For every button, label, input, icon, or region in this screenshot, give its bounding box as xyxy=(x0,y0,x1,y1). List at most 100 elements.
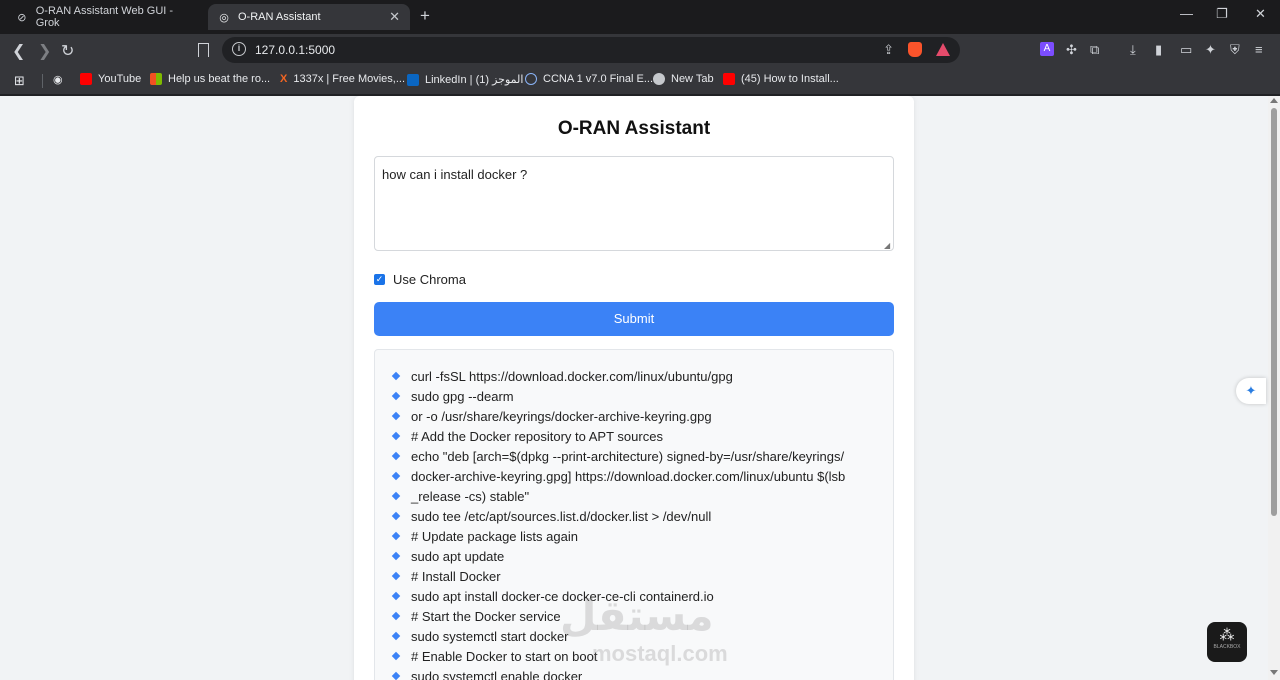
bullet-icon xyxy=(391,471,401,481)
answer-line-text: sudo gpg --dearm xyxy=(411,388,514,404)
answer-line-text: # Start the Docker service xyxy=(411,608,561,624)
bookmark-microsoft[interactable]: Help us beat the ro... xyxy=(150,73,270,85)
answer-line: echo "deb [arch=$(dpkg --print-architect… xyxy=(391,446,845,466)
query-input[interactable]: how can i install docker ? xyxy=(374,156,894,251)
bullet-icon xyxy=(391,651,401,661)
link-icon xyxy=(525,73,537,85)
forward-button[interactable]: ❯ xyxy=(38,41,51,61)
answer-line-text: sudo tee /etc/apt/sources.list.d/docker.… xyxy=(411,508,712,524)
page-title: O-RAN Assistant xyxy=(557,118,711,139)
linkedin-icon xyxy=(407,73,419,86)
globe-icon xyxy=(653,73,665,85)
bookmark-how-to-install[interactable]: (45) How to Install... xyxy=(723,73,839,85)
youtube-icon xyxy=(80,73,92,85)
bullet-icon xyxy=(391,591,401,601)
tab-strip: ⊘ O-RAN Assistant Web GUI - Grok ◎ O-RAN… xyxy=(0,0,1280,34)
scrollbar-thumb[interactable] xyxy=(1271,108,1277,516)
bullet-icon xyxy=(391,531,401,541)
bookmark-ccna[interactable]: CCNA 1 v7.0 Final E... xyxy=(525,73,653,85)
bullet-icon xyxy=(391,411,401,421)
bookmark-new-tab[interactable]: New Tab xyxy=(653,73,714,85)
bullet-icon xyxy=(391,491,401,501)
microsoft-icon xyxy=(150,73,162,85)
minimize-button[interactable]: — xyxy=(1180,6,1193,21)
answer-line-text: echo "deb [arch=$(dpkg --print-architect… xyxy=(411,448,845,464)
floating-assistant-icon[interactable]: ✦ xyxy=(1236,378,1266,404)
bookmark-label: 1337x | Free Movies,... xyxy=(293,73,406,85)
bullet-icon xyxy=(391,551,401,561)
answer-line-text: docker-archive-keyring.gpg] https://down… xyxy=(411,468,846,484)
share-icon[interactable]: ⇪ xyxy=(883,42,894,58)
use-chroma-option[interactable]: ✓ Use Chroma xyxy=(374,272,466,287)
maximize-button[interactable]: ❐ xyxy=(1216,6,1228,22)
answer-line: sudo apt update xyxy=(391,546,845,566)
answer-line: # Install Docker xyxy=(391,566,845,586)
use-chroma-label: Use Chroma xyxy=(393,272,466,287)
address-bar[interactable]: i 127.0.0.1:5000 ⇪ xyxy=(222,37,960,63)
site-info-icon[interactable]: i xyxy=(232,42,246,56)
close-tab-icon[interactable]: ✕ xyxy=(389,9,400,25)
apps-icon[interactable]: ⊞ xyxy=(14,73,25,89)
answer-line-text: # Add the Docker repository to APT sourc… xyxy=(411,428,663,444)
answer-line-text: _release -cs) stable" xyxy=(411,488,530,504)
vpn-icon[interactable]: ⛨ xyxy=(1230,42,1240,58)
new-tab-button[interactable]: + xyxy=(420,6,430,26)
bullet-icon xyxy=(391,511,401,521)
globe-bookmark-icon[interactable]: ◉ xyxy=(53,73,63,86)
scroll-down-icon[interactable] xyxy=(1270,670,1278,675)
bookmark-label: Help us beat the ro... xyxy=(168,73,271,85)
bookmark-page-icon[interactable] xyxy=(198,43,209,57)
use-chroma-checkbox[interactable]: ✓ xyxy=(374,274,385,285)
bookmarks-bar: ⊞ ◉ YouTube Help us beat the ro... X 133… xyxy=(0,66,1280,94)
menu-icon[interactable]: ≡ xyxy=(1255,42,1263,57)
watermark-domain: mostaql.com xyxy=(592,641,728,666)
globe-icon: ◎ xyxy=(219,11,229,24)
back-button[interactable]: ❮ xyxy=(12,41,25,61)
bookmarks-divider xyxy=(42,74,43,88)
bullet-icon xyxy=(391,611,401,621)
grok-icon: ⊘ xyxy=(17,11,27,24)
answer-line: sudo systemctl enable docker xyxy=(391,666,845,680)
bookmark-youtube[interactable]: YouTube xyxy=(80,73,141,85)
x-icon: X xyxy=(280,73,288,85)
bookmark-label: LinkedIn | الموجز (1) xyxy=(425,74,524,86)
brave-shields-icon[interactable] xyxy=(908,42,922,57)
answer-line: docker-archive-keyring.gpg] https://down… xyxy=(391,466,846,486)
answer-line: sudo gpg --dearm xyxy=(391,386,845,406)
wallet-icon[interactable]: ▭ xyxy=(1180,42,1192,58)
bullet-icon xyxy=(391,391,401,401)
bookmark-linkedin[interactable]: LinkedIn | الموجز (1) xyxy=(407,73,523,86)
answer-line-text: # Enable Docker to start on boot xyxy=(411,648,598,664)
sidebar-icon[interactable]: ▮ xyxy=(1155,42,1162,58)
answer-line-text: # Update package lists again xyxy=(411,528,578,544)
bookmark-1337x[interactable]: X 1337x | Free Movies,... xyxy=(280,73,405,85)
answer-line-text: sudo systemctl enable docker xyxy=(411,668,583,680)
url-text[interactable]: 127.0.0.1:5000 xyxy=(255,43,335,57)
scroll-up-icon[interactable] xyxy=(1270,98,1278,103)
blackbox-widget[interactable]: ⁂ BLACKBOX xyxy=(1207,622,1247,662)
close-window-button[interactable]: ✕ xyxy=(1255,6,1266,22)
brave-rewards-icon[interactable] xyxy=(936,43,950,56)
answer-line: sudo tee /etc/apt/sources.list.d/docker.… xyxy=(391,506,845,526)
bookmark-label: YouTube xyxy=(98,73,142,85)
browser-chrome: ⊘ O-RAN Assistant Web GUI - Grok ◎ O-RAN… xyxy=(0,0,1280,96)
extensions-icon[interactable]: ✣ xyxy=(1066,42,1077,58)
bookmark-label: New Tab xyxy=(671,73,714,85)
reading-list-icon[interactable]: ⧉ xyxy=(1090,42,1099,58)
extension-a-icon[interactable]: A xyxy=(1040,42,1054,56)
reload-button[interactable]: ↻ xyxy=(61,41,74,61)
answer-line-text: or -o /usr/share/keyrings/docker-archive… xyxy=(411,408,712,424)
bullet-icon xyxy=(391,631,401,641)
submit-button[interactable]: Submit xyxy=(374,302,894,336)
bullet-icon xyxy=(391,451,401,461)
tab-grok[interactable]: ⊘ O-RAN Assistant Web GUI - Grok xyxy=(6,4,206,30)
leo-ai-icon[interactable]: ✦ xyxy=(1205,42,1216,58)
downloads-icon[interactable]: ⤓ xyxy=(1130,42,1136,58)
tab-title: O-RAN Assistant xyxy=(238,11,321,23)
page-scrollbar[interactable] xyxy=(1268,96,1280,680)
tab-oran-assistant[interactable]: ◎ O-RAN Assistant ✕ xyxy=(208,4,410,30)
answer-line: _release -cs) stable" xyxy=(391,486,845,506)
resize-handle-icon[interactable]: ◢ xyxy=(884,241,892,250)
page-content: O-RAN Assistant how can i install docker… xyxy=(0,96,1268,680)
watermark-logo: مستقل xyxy=(560,592,714,639)
